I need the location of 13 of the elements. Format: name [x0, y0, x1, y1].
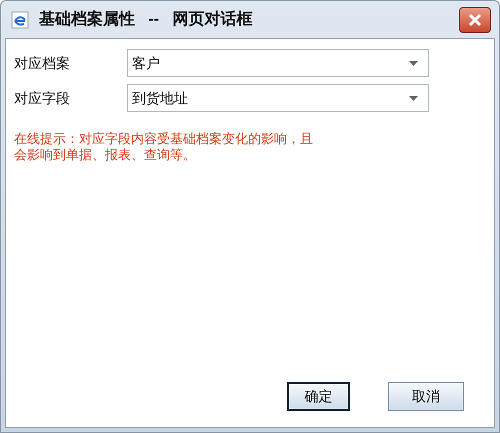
dropdown[interactable]: 客户	[127, 49, 429, 77]
dropdown-arrow-icon	[409, 96, 418, 100]
close-icon	[468, 12, 482, 26]
field-label: 对应字段	[14, 88, 71, 108]
window-title: 基础档案属性 -- 网页对话框	[39, 9, 252, 30]
dropdown[interactable]: 到货地址	[127, 84, 429, 112]
dropdown-arrow-icon	[409, 60, 418, 66]
browser-icon	[11, 10, 29, 28]
field-label: 对应档案	[14, 54, 71, 72]
hint-text: 在线提示：对应字段内容受基础档案变化的影响，且会影响到单据、报表、查询等。	[14, 131, 314, 163]
ok-button[interactable]: 确定	[287, 382, 350, 411]
cancel-button[interactable]: 取消	[388, 382, 464, 411]
close-button[interactable]	[459, 6, 491, 32]
